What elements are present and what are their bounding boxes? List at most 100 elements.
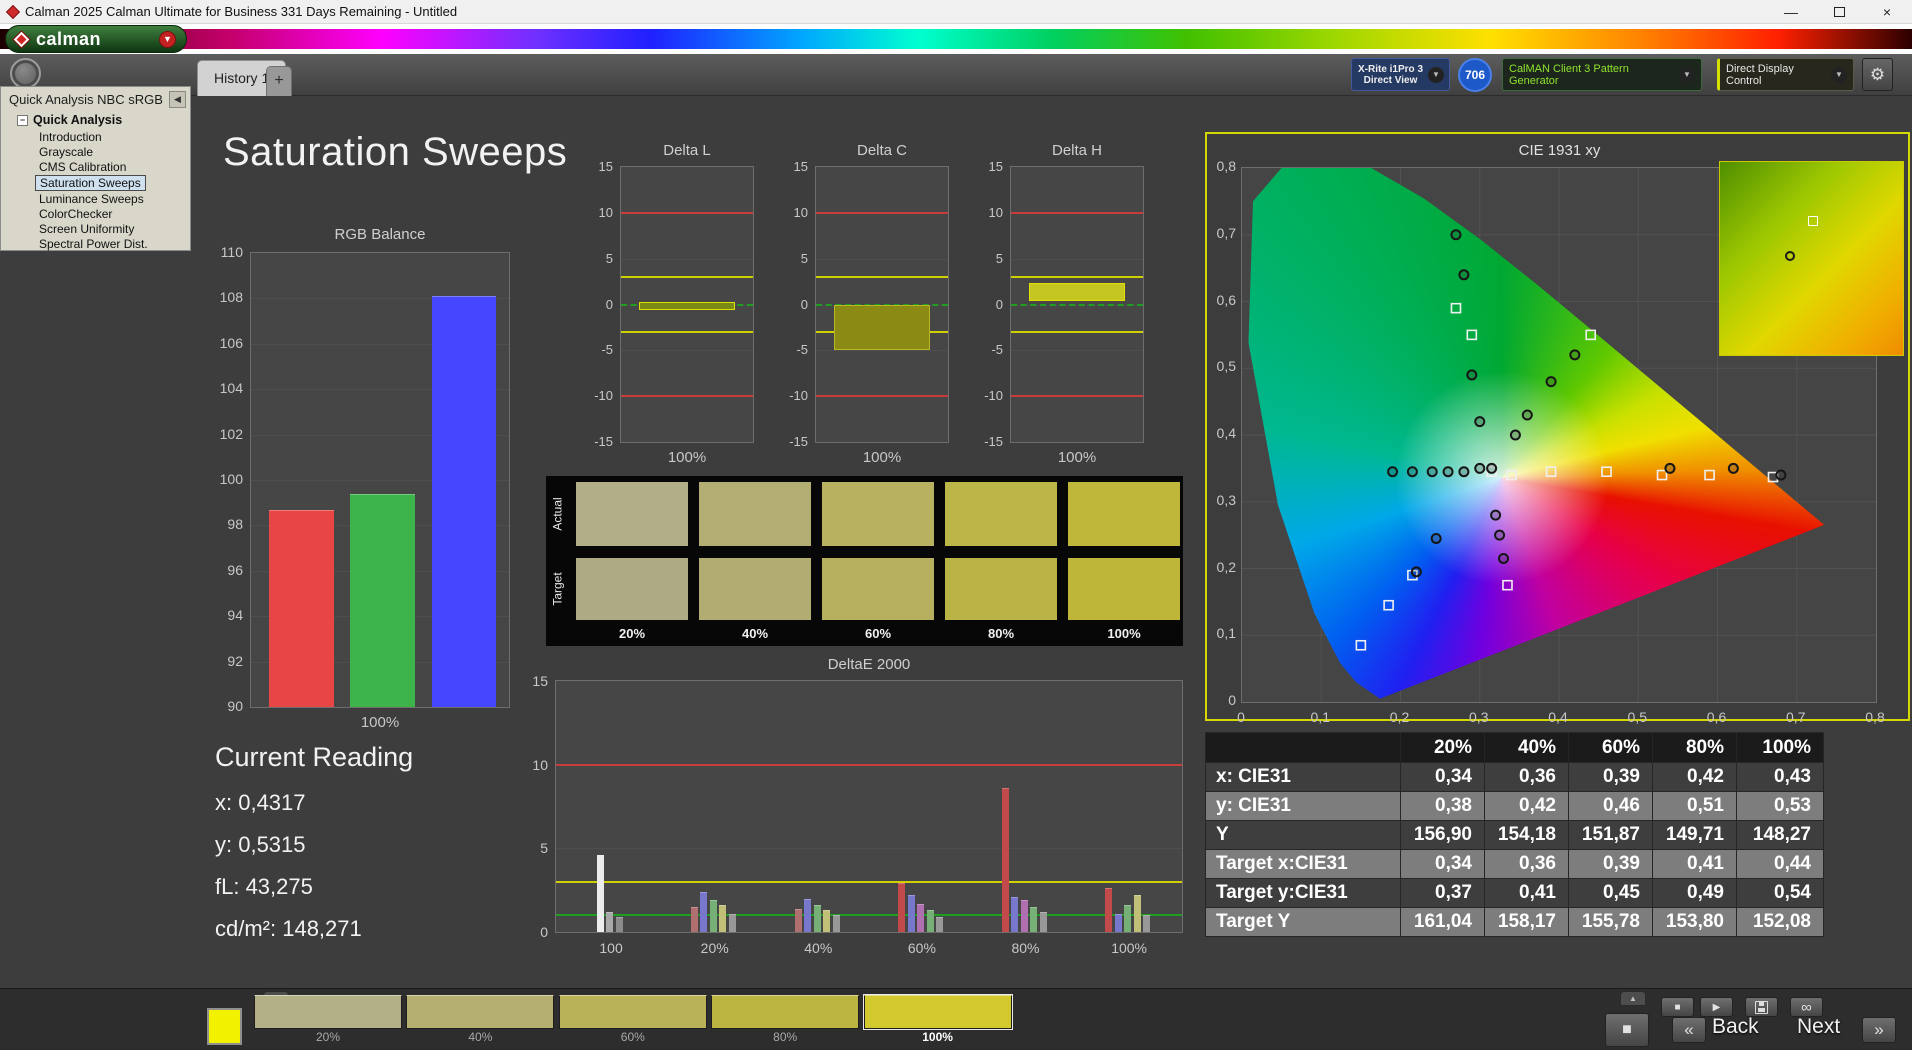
meter-dropdown[interactable]: X-Rite i1Pro 3 Direct View ▼	[1351, 58, 1450, 91]
calman-logo-button[interactable]: calman ▼	[5, 25, 187, 53]
swatch-actual-80	[945, 482, 1057, 546]
sidebar-item-spectral-power-dist[interactable]: Spectral Power Dist.	[35, 237, 152, 251]
de-bar	[898, 883, 906, 932]
next-chevrons-button[interactable]: »	[1862, 1017, 1896, 1043]
swatch-col-label: 60%	[864, 626, 892, 641]
y-tick-label: 102	[219, 425, 243, 442]
frame-mode-button[interactable]: ■	[1605, 1013, 1649, 1047]
saturation-button-100[interactable]: 100%	[862, 994, 1013, 1044]
y-tick-label: 94	[227, 607, 243, 624]
tree-expander-icon[interactable]: −	[17, 114, 28, 126]
de-bar	[926, 910, 934, 932]
table-cell: 151,87	[1568, 820, 1653, 850]
chevron-down-icon[interactable]: ▼	[1428, 66, 1444, 83]
y-tick-label: 0	[605, 296, 613, 312]
minimize-button[interactable]: —	[1782, 2, 1800, 22]
table-cell: 0,46	[1568, 791, 1653, 821]
x-tick-label: 60%	[907, 940, 936, 956]
table-row: Target y:CIE31 0,37 0,41 0,45 0,49 0,54	[1205, 878, 1824, 908]
back-button[interactable]: Back	[1712, 1015, 1759, 1039]
y-tick-label: 104	[219, 380, 243, 397]
table-cell: 0,42	[1484, 791, 1569, 821]
ref-line	[1011, 303, 1143, 306]
ref-line	[816, 211, 948, 214]
play-button[interactable]: ▶	[1700, 997, 1733, 1017]
ref-line	[556, 914, 1182, 917]
stop-button[interactable]: ■	[1661, 997, 1694, 1017]
sidebar-item-screen-uniformity[interactable]: Screen Uniformity	[35, 222, 138, 236]
measured-point	[1498, 552, 1510, 564]
swatch-target-20	[576, 558, 688, 620]
cie-zoom-inset	[1719, 161, 1904, 356]
display-control-dropdown[interactable]: Direct Display Control ▼	[1717, 58, 1854, 91]
table-cell: 0,54	[1736, 878, 1824, 908]
saturation-button-20[interactable]: 20%	[254, 995, 402, 1044]
settings-button[interactable]: ⚙	[1862, 58, 1893, 91]
window-title: Calman 2025 Calman Ultimate for Business…	[25, 4, 458, 19]
table-cell: 0,49	[1652, 878, 1737, 908]
bottom-bar: ▲ 20%40%60%80%100% ▲ ■ ▶ ∞ ■ « Back Next…	[0, 988, 1912, 1050]
table-cell: 0,39	[1568, 762, 1653, 792]
de-bar	[823, 910, 831, 932]
rgb-balance-title: RGB Balance	[334, 226, 426, 243]
link-button[interactable]: ∞	[1790, 997, 1823, 1017]
next-button[interactable]: Next	[1797, 1015, 1840, 1039]
eject-right-button[interactable]: ▲	[1620, 991, 1646, 1006]
sidebar-item-colorchecker[interactable]: ColorChecker	[35, 207, 116, 221]
sidebar-root-item[interactable]: − Quick Analysis	[1, 111, 190, 129]
maximize-button[interactable]	[1830, 2, 1848, 22]
de-bar	[1143, 915, 1151, 932]
frame-icon: ■	[1622, 1021, 1632, 1038]
back-chevrons-button[interactable]: «	[1672, 1017, 1706, 1043]
workflow-sidebar: Quick Analysis NBC sRGB ◀ − Quick Analys…	[0, 86, 191, 251]
table-header-cell: 20%	[1400, 732, 1485, 763]
y-tick-label: -10	[594, 388, 613, 404]
gridline	[816, 350, 948, 352]
sidebar-item-list: Introduction Grayscale CMS Calibration Satu…	[1, 130, 190, 251]
swatch-row-label: Target	[546, 558, 570, 620]
sidebar-item-cms-calibration[interactable]: CMS Calibration	[35, 160, 130, 174]
save-button[interactable]	[1745, 997, 1778, 1017]
y-tick-label: -15	[789, 434, 808, 449]
table-cell: 0,45	[1568, 878, 1653, 908]
gridline	[1011, 350, 1143, 352]
y-tick-label: -5	[796, 342, 808, 358]
add-tab-button[interactable]: +	[266, 66, 292, 96]
sidebar-item-luminance-sweeps[interactable]: Luminance Sweeps	[35, 192, 148, 206]
logo-menu-arrow-icon[interactable]: ▼	[159, 30, 176, 48]
target-point	[1545, 466, 1557, 478]
table-row: Y 156,90 154,18 151,87 149,71 148,27	[1205, 820, 1824, 850]
chevron-down-icon[interactable]: ▼	[1679, 66, 1695, 83]
de-bar	[804, 898, 812, 932]
chevron-down-icon[interactable]: ▼	[1831, 66, 1847, 83]
saturation-button-60[interactable]: 60%	[558, 995, 707, 1044]
sidebar-item-introduction[interactable]: Introduction	[35, 130, 106, 144]
sidebar-item-grayscale[interactable]: Grayscale	[35, 145, 97, 159]
cie-y-tick-label: 0,5	[1216, 358, 1236, 375]
y-tick-label: 90	[227, 698, 243, 714]
current-reading-cdm2: cd/m²: 148,271	[215, 916, 362, 941]
swatch-actual-20	[576, 482, 688, 546]
close-button[interactable]: ×	[1878, 2, 1896, 22]
current-patch-swatch[interactable]	[207, 1008, 242, 1045]
rgb-balance-xlabel: 100%	[360, 714, 400, 731]
saturation-button-label: 40%	[468, 1030, 493, 1044]
sidebar-item-saturation-sweeps[interactable]: Saturation Sweeps	[35, 175, 146, 191]
y-tick-label: -10	[984, 388, 1003, 404]
de-bar	[596, 855, 604, 932]
table-cell: 0,42	[1652, 762, 1737, 792]
swatch-target-100	[1068, 558, 1180, 620]
x-tick-label: 80%	[1011, 940, 1040, 956]
table-cell: 0,34	[1400, 849, 1485, 879]
saturation-button-80[interactable]: 80%	[711, 995, 860, 1044]
saturation-button-40[interactable]: 40%	[406, 995, 555, 1044]
saturation-button-swatch	[862, 994, 1013, 1030]
session-menu-button[interactable]	[10, 58, 41, 89]
ref-line	[556, 763, 1182, 766]
de-bar	[1124, 905, 1132, 932]
x-tick-label: 100%	[1111, 940, 1147, 956]
de-bar	[1133, 895, 1141, 932]
sidebar-collapse-button[interactable]: ◀	[169, 91, 186, 108]
meter-status-badge: 706	[1458, 58, 1492, 92]
pattern-generator-dropdown[interactable]: CalMAN Client 3 Pattern Generator ▼	[1502, 58, 1702, 91]
